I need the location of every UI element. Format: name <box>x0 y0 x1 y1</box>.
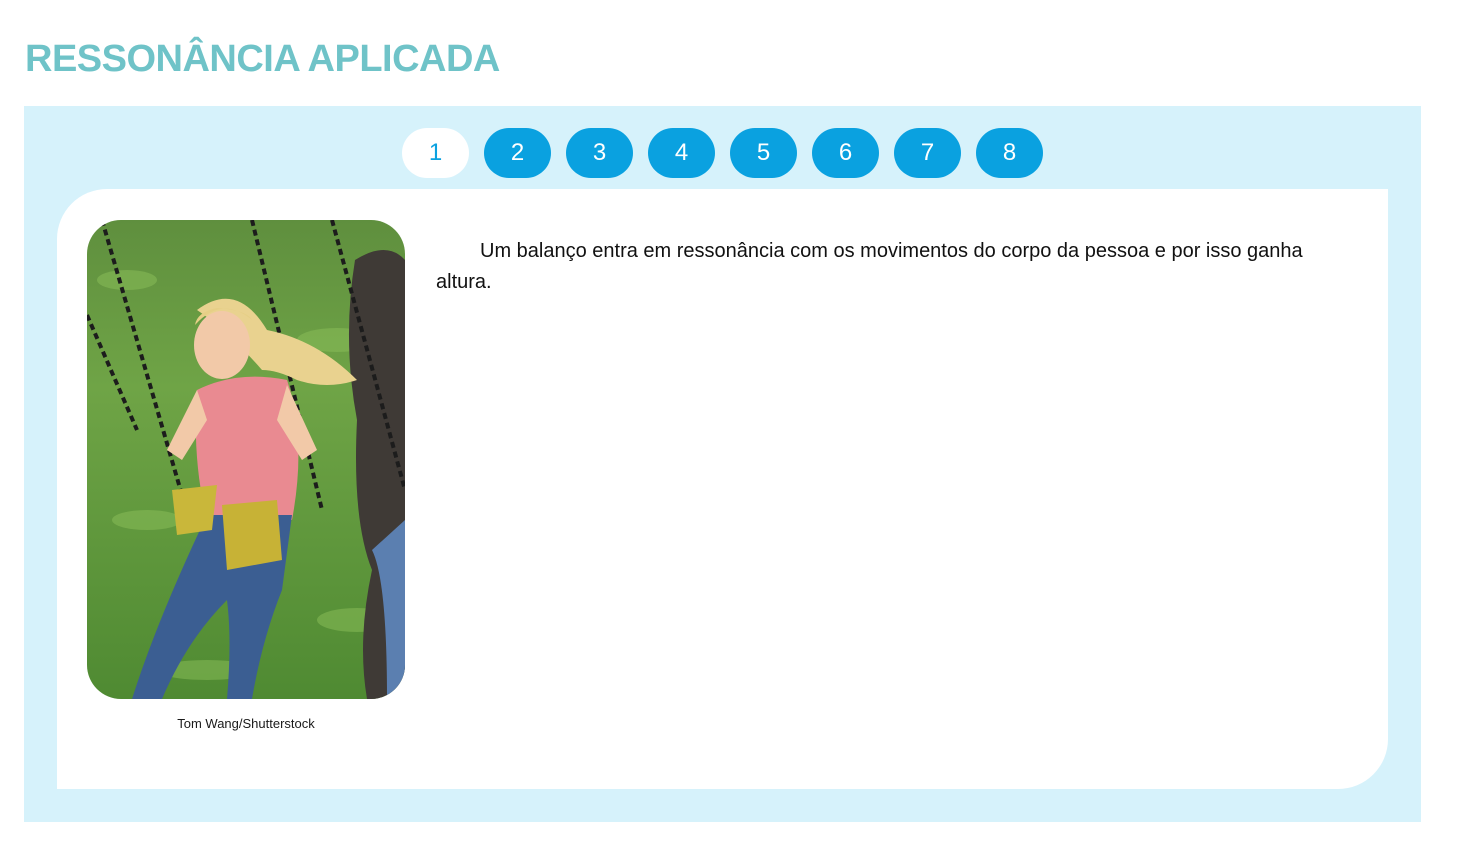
page-navigation: 1 2 3 4 5 6 7 8 <box>402 128 1043 178</box>
page-title: RESSONÂNCIA APLICADA <box>25 38 500 80</box>
page-button-5[interactable]: 5 <box>730 128 797 178</box>
page-button-6[interactable]: 6 <box>812 128 879 178</box>
page-button-2[interactable]: 2 <box>484 128 551 178</box>
page-button-4[interactable]: 4 <box>648 128 715 178</box>
swing-photo <box>87 220 405 699</box>
page-button-3[interactable]: 3 <box>566 128 633 178</box>
page-button-1[interactable]: 1 <box>402 128 469 178</box>
body-text: Um balanço entra em ressonância com os m… <box>436 240 1303 293</box>
page-button-8[interactable]: 8 <box>976 128 1043 178</box>
image-credit: Tom Wang/Shutterstock <box>177 716 315 731</box>
page-button-7[interactable]: 7 <box>894 128 961 178</box>
